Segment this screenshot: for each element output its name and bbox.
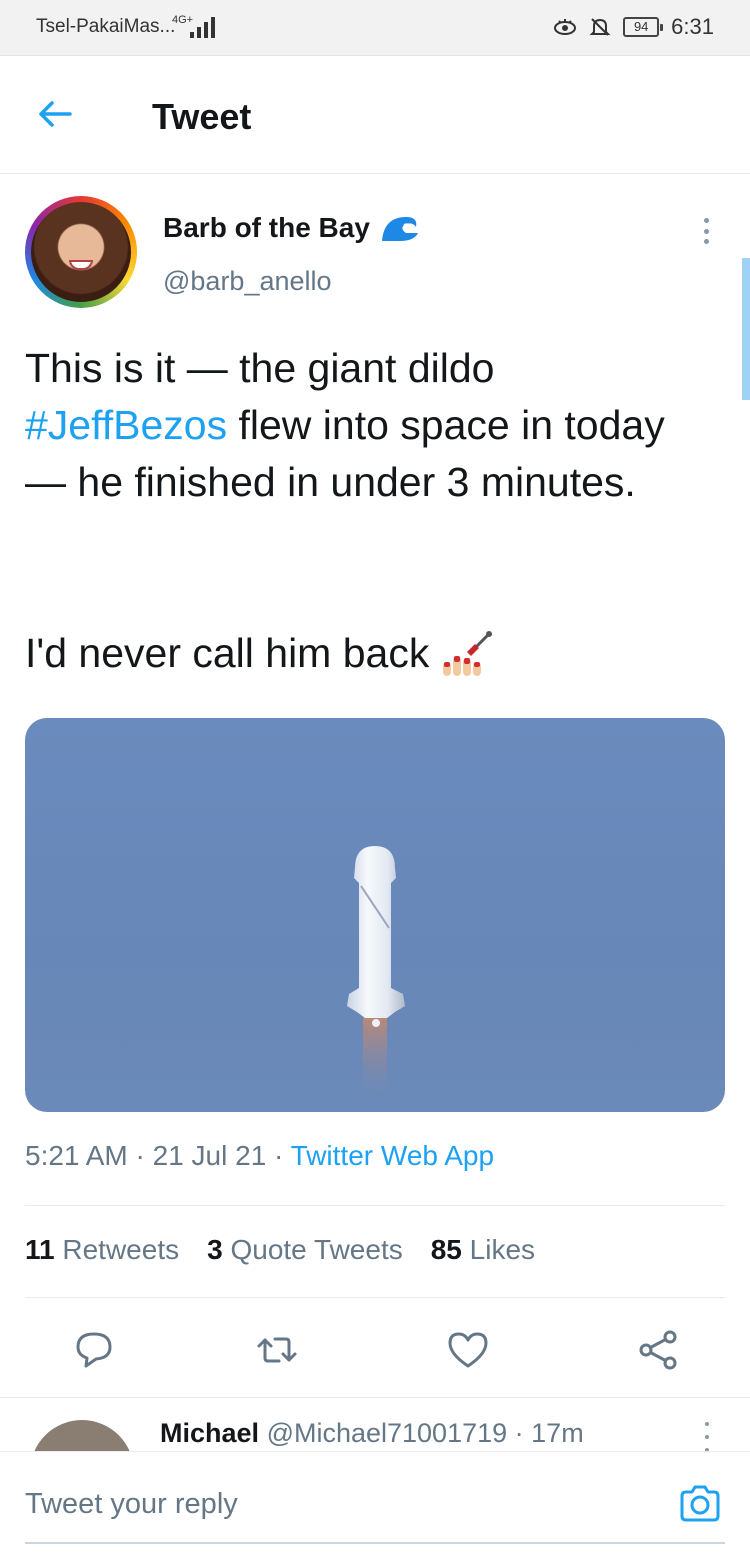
retweets-stat[interactable]: 11 Retweets (25, 1234, 179, 1266)
reply-composer (0, 1451, 750, 1556)
reply-icon[interactable] (72, 1328, 116, 1372)
mute-bell-icon (589, 18, 611, 36)
likes-label: Likes (469, 1234, 536, 1265)
status-right: 94 6:31 (553, 14, 714, 40)
reply-author-name: Michael (160, 1418, 260, 1448)
retweet-icon[interactable] (255, 1328, 299, 1372)
carrier-name: Tsel-PakaiMas... (36, 16, 176, 37)
nail-polish-emoji-icon (443, 630, 493, 676)
tweet-text: This is it — the giant dildo #JeffBezos … (25, 340, 705, 511)
tweet-media-image[interactable] (25, 718, 725, 1112)
rocket-photo (347, 846, 405, 1108)
tweet-text-part1: This is it — the giant dildo (25, 345, 495, 391)
avatar-photo (31, 202, 131, 302)
tweet-stats: 11 Retweets 3 Quote Tweets 85 Likes (25, 1234, 535, 1266)
share-icon[interactable] (636, 1328, 680, 1372)
divider (0, 1397, 750, 1398)
tweet-text-second-paragraph: I'd never call him back (25, 625, 705, 682)
author-avatar[interactable] (25, 196, 137, 308)
retweets-count: 11 (25, 1234, 55, 1265)
battery-indicator: 94 (623, 17, 664, 37)
tweet-source-link[interactable]: Twitter Web App (291, 1140, 494, 1171)
hashtag-link[interactable]: #JeffBezos (25, 402, 227, 448)
tweet-header: Tweet (0, 56, 750, 174)
wave-emoji-icon (381, 217, 418, 241)
tweet-date: 21 Jul 21 (152, 1140, 267, 1171)
reply-time: 17m (531, 1418, 584, 1448)
quotes-count: 3 (207, 1234, 223, 1265)
page-title: Tweet (152, 96, 252, 137)
author-name-label: Barb of the Bay (163, 212, 370, 243)
divider (25, 1297, 725, 1298)
quotes-label: Quote Tweets (230, 1234, 403, 1265)
tweet-time: 5:21 AM (25, 1140, 128, 1171)
tweet-metadata: 5:21 AM · 21 Jul 21 · Twitter Web App (25, 1140, 495, 1171)
status-bar: Tsel-PakaiMas... 4G+ 94 6:31 (0, 0, 750, 56)
likes-count: 85 (430, 1234, 462, 1265)
divider (25, 1205, 725, 1206)
back-arrow-icon[interactable] (34, 92, 78, 136)
quote-tweets-stat[interactable]: 3 Quote Tweets (207, 1234, 403, 1266)
retweets-label: Retweets (62, 1234, 180, 1265)
heart-icon[interactable] (446, 1328, 490, 1372)
tweet-actions (0, 1320, 750, 1380)
signal-icon (190, 17, 215, 38)
reply-author-handle: @Michael71001719 (266, 1418, 508, 1448)
scroll-indicator (742, 258, 750, 400)
camera-icon[interactable] (678, 1482, 722, 1526)
likes-stat[interactable]: 85 Likes (431, 1234, 535, 1266)
reply-input-underline (25, 1542, 725, 1544)
tweet-text-line2: I'd never call him back (25, 630, 430, 676)
more-options-icon[interactable] (694, 214, 718, 248)
reply-more-options-icon[interactable] (700, 1422, 714, 1452)
reply-author-line[interactable]: Michael @Michael71001719 · 17m (160, 1418, 584, 1449)
clock: 6:31 (671, 14, 714, 39)
reply-input[interactable] (25, 1488, 625, 1521)
eye-comfort-icon (554, 19, 577, 35)
author-name[interactable]: Barb of the Bay (163, 212, 420, 244)
author-handle[interactable]: @barb_anello (163, 266, 332, 297)
